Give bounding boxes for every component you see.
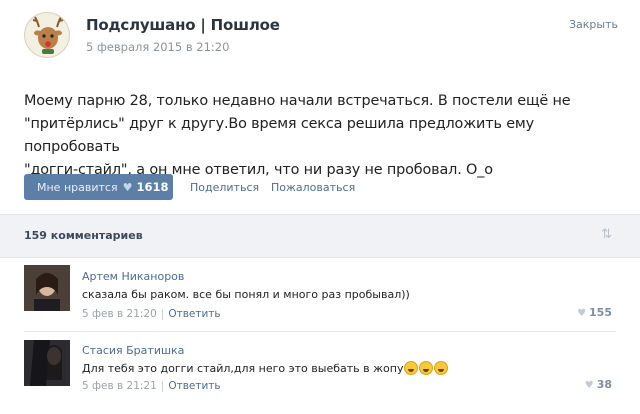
user-photo-icon [24,265,70,311]
comment-text: сказала бы раком. все бы понял и много р… [82,288,410,301]
comment-divider [24,331,616,332]
meta-separator: | [160,308,165,320]
post-text: Моему парню 28, только недавно начали вс… [24,90,624,182]
user-photo-icon [24,340,70,386]
comment-like-count: 38 [596,378,612,391]
comment-like-button[interactable]: ♥ 155 [577,306,612,319]
group-name[interactable]: Подслушано | Пошлое [86,16,280,34]
comment-text: Для тебя это догги стайл,для него это вы… [82,361,449,375]
laughing-emoji-icon [404,361,419,375]
comment-text-content: Для тебя это догги стайл,для него это вы… [82,362,404,375]
comment-like-button[interactable]: ♥ 38 [585,378,612,391]
deer-avatar-icon [32,16,64,54]
comment-author[interactable]: Стасия Братишка [82,344,184,357]
complain-button[interactable]: Пожаловаться [271,181,355,194]
post-text-line: "притёрлись" друг к другу.Во время секса… [24,116,534,155]
comment-like-count: 155 [589,306,612,319]
close-button[interactable]: Закрыть [569,18,618,31]
reply-button[interactable]: Ответить [168,380,220,392]
comments-count[interactable]: 159 комментариев [24,229,143,242]
post-date[interactable]: 5 февраля 2015 в 21:20 [86,40,229,54]
like-count: 1618 [136,180,169,194]
post-header: Подслушано | Пошлое 5 февраля 2015 в 21:… [0,0,640,70]
comment-meta: 5 фев в 21:20 | Ответить [82,308,221,320]
comment-meta: 5 фев в 21:21 | Ответить [82,380,221,392]
comment-date[interactable]: 5 фев в 21:21 [82,380,157,392]
post-text-line: Моему парню 28, только недавно начали вс… [24,93,571,109]
laughing-emoji-icon [434,361,449,375]
reply-button[interactable]: Ответить [168,308,220,320]
heart-icon: ♥ [122,180,133,194]
sort-icon[interactable]: ⇅ [601,227,612,242]
heart-icon: ♥ [584,380,594,391]
like-button[interactable]: Мне нравится ♥ 1618 [24,174,173,200]
meta-separator: | [160,380,165,392]
avatar[interactable] [24,265,70,311]
comment-author[interactable]: Артем Никаноров [82,270,184,283]
comment-date[interactable]: 5 фев в 21:20 [82,308,157,320]
share-button[interactable]: Поделиться [190,181,259,194]
avatar[interactable] [24,340,70,386]
laughing-emoji-icon [419,361,434,375]
heart-icon: ♥ [577,308,587,319]
like-label: Мне нравится [37,180,118,194]
group-avatar[interactable] [24,12,70,58]
